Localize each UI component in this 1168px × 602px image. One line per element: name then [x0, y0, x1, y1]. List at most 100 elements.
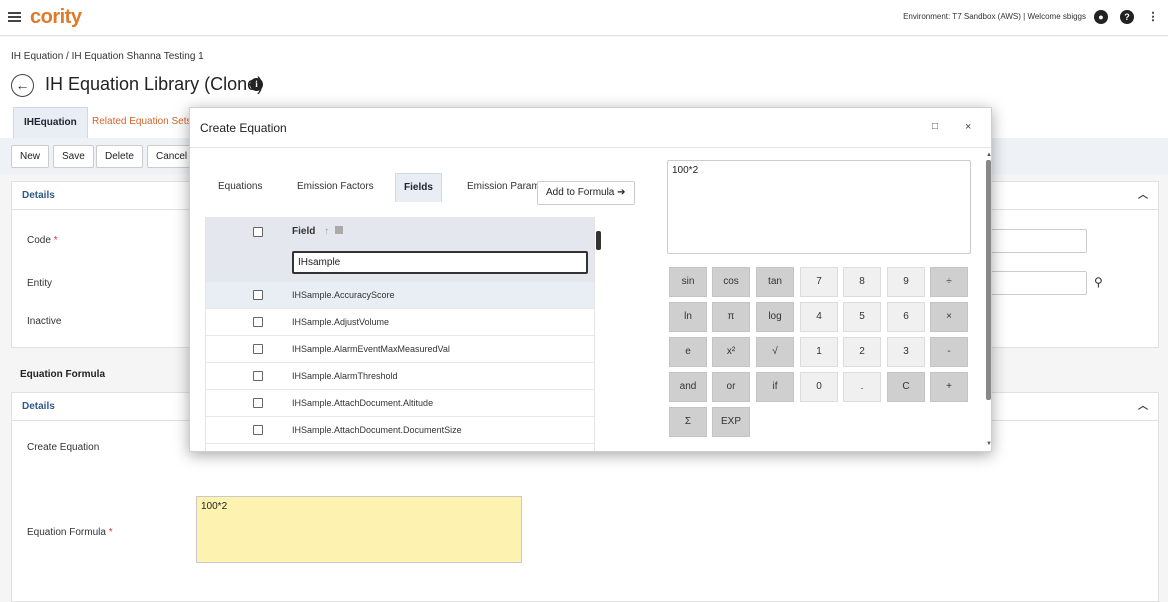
row-checkbox[interactable]	[253, 398, 263, 408]
menu-icon[interactable]: ⋮	[1146, 10, 1160, 24]
row-checkbox[interactable]	[253, 425, 263, 435]
grid-header: Field ↑	[206, 217, 594, 282]
table-row[interactable]: IHSample.AlarmThreshold	[206, 363, 594, 390]
field-column-header[interactable]: Field ↑	[292, 226, 343, 237]
chevron-up-icon[interactable]: ︿	[1138, 393, 1148, 421]
table-row[interactable]: IHSample.AttachDocument.Altitude	[206, 390, 594, 417]
calc-cos-button[interactable]: cos	[712, 267, 750, 297]
create-equation-modal: Create Equation □ × Equations Emission F…	[189, 107, 992, 452]
modal-formula-textarea[interactable]: 100*2	[667, 160, 971, 254]
row-field-name: IHSample.AttachDocument.Altitude	[292, 398, 434, 408]
calc-divide-button[interactable]: ÷	[930, 267, 968, 297]
modal-tab-fields[interactable]: Fields	[395, 173, 442, 202]
row-field-name: IHSample.AlarmEventMaxMeasuredVal	[292, 344, 450, 354]
row-checkbox[interactable]	[253, 344, 263, 354]
search-icon[interactable]: ⚲	[1094, 275, 1103, 289]
environment-text: Environment: T7 Sandbox (AWS) | Welcome …	[903, 12, 1086, 21]
close-icon[interactable]: ×	[965, 121, 971, 133]
back-arrow-icon[interactable]: ←	[11, 74, 34, 97]
user-icon[interactable]: ●	[1094, 10, 1108, 24]
equation-formula-label: Equation Formula *	[27, 527, 113, 538]
calc-sin-button[interactable]: sin	[669, 267, 707, 297]
row-field-name: IHSample.AccuracyScore	[292, 290, 395, 300]
calc-and-button[interactable]: and	[669, 372, 707, 402]
breadcrumb-parent-link[interactable]: IH Equation	[11, 51, 63, 62]
top-bar: cority Environment: T7 Sandbox (AWS) | W…	[0, 0, 1168, 36]
breadcrumb-current-link[interactable]: IH Equation Shanna Testing 1	[72, 51, 204, 62]
inactive-label: Inactive	[27, 316, 62, 327]
tab-ihequation[interactable]: IHEquation	[13, 107, 88, 138]
add-to-formula-button[interactable]: Add to Formula ➔	[537, 181, 635, 205]
scroll-down-arrow-icon[interactable]: ▼	[986, 441, 991, 447]
breadcrumb-separator: /	[63, 51, 72, 62]
calc-multiply-button[interactable]: ×	[930, 302, 968, 332]
row-checkbox[interactable]	[253, 371, 263, 381]
calc-pi-button[interactable]: π	[712, 302, 750, 332]
calc-log-button[interactable]: log	[756, 302, 794, 332]
grid-scrollbar[interactable]	[596, 231, 601, 250]
calc-3-button[interactable]: 3	[887, 337, 925, 367]
calc-1-button[interactable]: 1	[800, 337, 838, 367]
chevron-up-icon[interactable]: ︿	[1138, 182, 1148, 210]
column-menu-icon[interactable]	[334, 226, 343, 234]
save-button[interactable]: Save	[53, 145, 94, 168]
calc-or-button[interactable]: or	[712, 372, 750, 402]
calc-4-button[interactable]: 4	[800, 302, 838, 332]
calc-sqrt-button[interactable]: √	[756, 337, 794, 367]
table-row[interactable]: IHSample.AccuracyScore	[206, 282, 594, 309]
scroll-up-arrow-icon[interactable]: ▲	[986, 152, 991, 158]
delete-button[interactable]: Delete	[96, 145, 143, 168]
details-header-label: Details	[22, 190, 55, 201]
select-all-checkbox[interactable]	[253, 227, 263, 237]
create-equation-label: Create Equation	[27, 442, 100, 453]
calc-square-button[interactable]: x²	[712, 337, 750, 367]
calc-0-button[interactable]: 0	[800, 372, 838, 402]
breadcrumb: IH Equation / IH Equation Shanna Testing…	[11, 51, 204, 62]
code-label: Code *	[27, 235, 58, 246]
row-checkbox[interactable]	[253, 317, 263, 327]
calc-7-button[interactable]: 7	[800, 267, 838, 297]
calc-9-button[interactable]: 9	[887, 267, 925, 297]
row-field-name: IHSample.AdjustVolume	[292, 317, 390, 327]
info-icon[interactable]: i	[250, 78, 263, 91]
calc-tan-button[interactable]: tan	[756, 267, 794, 297]
calc-sum-button[interactable]: Σ	[669, 407, 707, 437]
calc-e-button[interactable]: e	[669, 337, 707, 367]
equation-details-header-label: Details	[22, 401, 55, 412]
modal-title: Create Equation	[200, 121, 287, 135]
calc-8-button[interactable]: 8	[843, 267, 881, 297]
table-row[interactable]: IHSample.AlarmEventMaxMeasuredVal	[206, 336, 594, 363]
row-checkbox[interactable]	[253, 290, 263, 300]
add-to-formula-label: Add to Formula	[546, 187, 615, 198]
calc-decimal-button[interactable]: .	[843, 372, 881, 402]
maximize-icon[interactable]: □	[932, 121, 938, 132]
new-button[interactable]: New	[11, 145, 50, 168]
calc-5-button[interactable]: 5	[843, 302, 881, 332]
calc-minus-button[interactable]: -	[930, 337, 968, 367]
cority-logo[interactable]: cority	[30, 6, 82, 29]
page-title: IH Equation Library (Clone)	[45, 74, 264, 94]
hamburger-menu-icon[interactable]	[8, 10, 21, 24]
modal-scrollbar[interactable]	[986, 160, 991, 400]
sort-ascending-icon[interactable]: ↑	[324, 226, 329, 237]
calc-plus-button[interactable]: +	[930, 372, 968, 402]
tab-related-equation-sets[interactable]: Related Equation Sets	[82, 107, 202, 138]
modal-tab-emission-parameters[interactable]: Emission Param	[459, 173, 548, 202]
calc-if-button[interactable]: if	[756, 372, 794, 402]
field-filter-input[interactable]	[292, 251, 588, 274]
entity-label: Entity	[27, 278, 53, 289]
modal-tab-equations[interactable]: Equations	[210, 173, 270, 202]
calc-ln-button[interactable]: ln	[669, 302, 707, 332]
modal-header: Create Equation □ ×	[190, 108, 991, 148]
calc-clear-button[interactable]: C	[887, 372, 925, 402]
table-row[interactable]: IHSample.AttachDocument.DocumentSize	[206, 417, 594, 444]
help-icon[interactable]: ?	[1120, 10, 1134, 24]
table-row[interactable]: IHSample.AdjustVolume	[206, 309, 594, 336]
equation-formula-textarea[interactable]: 100*2	[196, 496, 522, 563]
row-field-name: IHSample.AttachDocument.DocumentSize	[292, 425, 462, 435]
modal-tab-emission-factors[interactable]: Emission Factors	[289, 173, 382, 202]
calc-2-button[interactable]: 2	[843, 337, 881, 367]
calc-6-button[interactable]: 6	[887, 302, 925, 332]
required-asterisk: *	[108, 527, 113, 538]
calc-exp-button[interactable]: EXP	[712, 407, 750, 437]
